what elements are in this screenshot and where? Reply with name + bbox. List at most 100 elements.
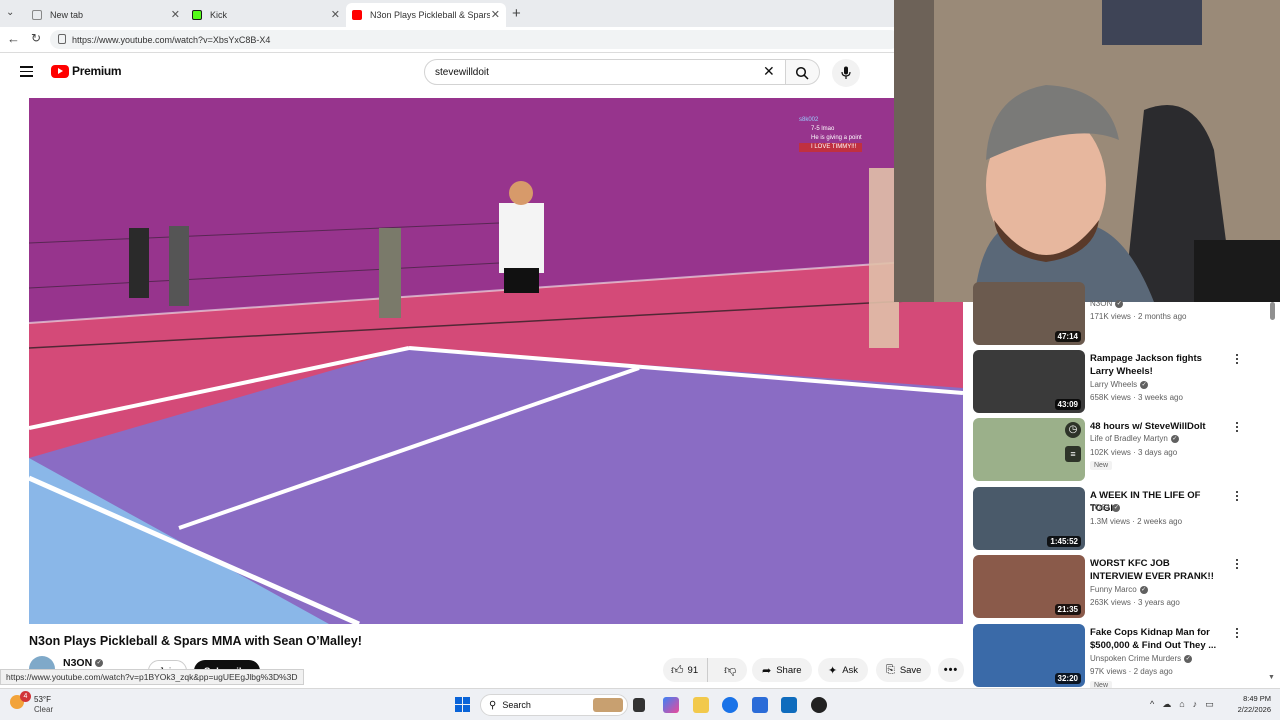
search-input[interactable]: stevewilldoit bbox=[424, 59, 786, 85]
close-tab-icon[interactable]: ✕ bbox=[171, 8, 180, 21]
weather-temp: 53°F bbox=[34, 695, 51, 704]
site-info-icon[interactable] bbox=[58, 34, 66, 44]
voice-search-button[interactable] bbox=[832, 59, 860, 87]
video-title[interactable]: 48 hours w/ SteveWillDoIt bbox=[1090, 420, 1218, 433]
notification-badge: 4 bbox=[20, 691, 31, 702]
task-view-icon[interactable] bbox=[633, 698, 645, 712]
video-thumbnail[interactable]: 1:45:52 bbox=[973, 487, 1085, 550]
video-thumbnail[interactable]: 43:09 bbox=[973, 350, 1085, 413]
clock[interactable]: 8:49 PM 2/22/2026 bbox=[1227, 693, 1271, 715]
weather-widget[interactable]: 4 53°F Clear bbox=[10, 691, 80, 717]
scroll-down-arrow-icon[interactable]: ▼ bbox=[1268, 674, 1275, 681]
more-actions-icon[interactable] bbox=[1233, 420, 1241, 434]
channel-name: Larry Wheels ✓ bbox=[1090, 380, 1149, 389]
duration-badge: 21:35 bbox=[1054, 604, 1081, 615]
save-button[interactable]: ⎘ Save bbox=[876, 658, 932, 682]
hamburger-menu-icon[interactable] bbox=[20, 66, 33, 77]
ask-button[interactable]: ✦ Ask bbox=[818, 658, 869, 682]
chat-line: He is giving a point bbox=[811, 135, 862, 141]
duration-badge: 47:14 bbox=[1054, 331, 1081, 342]
video-title[interactable]: Rampage Jackson fights Larry Wheels! bbox=[1090, 352, 1218, 378]
more-actions-icon[interactable] bbox=[1233, 557, 1241, 571]
like-count: 91 bbox=[687, 664, 699, 676]
list-item[interactable]: ◷ ≡ 48 hours w/ SteveWillDoIt Life of Br… bbox=[973, 418, 1273, 482]
clear-search-icon[interactable]: ✕ bbox=[763, 63, 775, 80]
tab-list-chevron-icon[interactable]: ⌄ bbox=[6, 7, 14, 18]
search-button[interactable] bbox=[786, 59, 820, 85]
list-item[interactable]: 1:45:52 A WEEK IN THE LIFE OF TOGI TOGI ✓… bbox=[973, 487, 1273, 551]
list-item[interactable]: 32:20 Fake Cops Kidnap Man for $500,000 … bbox=[973, 624, 1273, 690]
system-tray: ^ ☁ ⌂ ♪ ▭ bbox=[1150, 699, 1214, 710]
clock-date: 2/22/2026 bbox=[1237, 705, 1271, 714]
kick-icon bbox=[192, 10, 202, 20]
cloud-icon[interactable]: ☁ bbox=[1162, 699, 1171, 710]
video-title[interactable]: Fake Cops Kidnap Man for $500,000 & Find… bbox=[1090, 626, 1218, 652]
battery-icon[interactable]: ▭ bbox=[1205, 699, 1214, 710]
search-highlight-icon bbox=[593, 698, 623, 712]
copilot-icon[interactable] bbox=[663, 697, 679, 713]
youtube-logo[interactable]: Premium bbox=[51, 64, 122, 78]
like-dislike-group: 👍︎ 91 👎︎ bbox=[663, 658, 747, 682]
tab-kick[interactable]: Kick ✕ bbox=[186, 3, 346, 27]
more-options-button[interactable]: ••• bbox=[938, 658, 964, 682]
video-thumbnail[interactable]: ◷ ≡ bbox=[973, 418, 1085, 481]
network-icon[interactable]: ⌂ bbox=[1179, 699, 1184, 710]
video-meta: 263K views · 3 years ago bbox=[1090, 598, 1180, 607]
share-button[interactable]: ➦ Share bbox=[752, 658, 812, 682]
tray-chevron-icon[interactable]: ^ bbox=[1150, 699, 1154, 710]
like-button[interactable]: 👍︎ 91 bbox=[663, 658, 709, 682]
sidebar-scrollbar[interactable] bbox=[1270, 302, 1275, 320]
video-thumbnail[interactable]: 32:20 bbox=[973, 624, 1085, 687]
more-actions-icon[interactable] bbox=[1233, 352, 1241, 366]
video-title-main: N3on Plays Pickleball & Spars MMA with S… bbox=[29, 634, 362, 648]
live-chat-overlay: s8k002 7-5 lmao He is giving a point I L… bbox=[799, 116, 862, 152]
duration-badge: 1:45:52 bbox=[1047, 536, 1081, 547]
channel-name: Life of Bradley Martyn ✓ bbox=[1090, 434, 1179, 443]
dislike-button[interactable]: 👎︎ bbox=[713, 658, 747, 682]
new-tab-plus-icon[interactable]: + bbox=[512, 5, 521, 22]
video-thumbnail[interactable]: 47:14 bbox=[973, 282, 1085, 345]
share-icon: ➦ bbox=[762, 664, 772, 677]
add-to-queue-icon[interactable]: ≡ bbox=[1065, 446, 1081, 462]
outlook-icon[interactable] bbox=[781, 697, 797, 713]
file-explorer-icon[interactable] bbox=[693, 697, 709, 713]
channel-name: TOGI ✓ bbox=[1090, 503, 1121, 512]
watch-later-icon[interactable]: ◷ bbox=[1065, 422, 1081, 438]
video-thumbnail[interactable]: 21:35 bbox=[973, 555, 1085, 618]
chrome-icon[interactable] bbox=[722, 697, 738, 713]
reload-icon[interactable]: ↻ bbox=[31, 31, 41, 45]
search-query: stevewilldoit bbox=[435, 66, 489, 78]
duration-badge: 43:09 bbox=[1054, 399, 1081, 410]
video-meta: 658K views · 3 weeks ago bbox=[1090, 393, 1183, 402]
video-title[interactable]: WORST KFC JOB INTERVIEW EVER PRANK!! bbox=[1090, 557, 1218, 583]
sparkle-icon: ✦ bbox=[828, 664, 838, 677]
channel-name-main[interactable]: N3ON ✓ bbox=[63, 657, 104, 669]
close-tab-icon[interactable]: ✕ bbox=[331, 8, 340, 21]
tab-new-tab[interactable]: New tab ✕ bbox=[26, 3, 186, 27]
search-icon: ⚲ bbox=[489, 699, 497, 711]
video-meta: 171K views · 2 months ago bbox=[1090, 312, 1187, 321]
video-meta: 97K views · 2 days ago bbox=[1090, 667, 1173, 676]
tab-label: New tab bbox=[50, 10, 84, 20]
list-item[interactable]: 21:35 WORST KFC JOB INTERVIEW EVER PRANK… bbox=[973, 555, 1273, 619]
store-icon[interactable] bbox=[752, 697, 768, 713]
video-meta: 1.3M views · 2 weeks ago bbox=[1090, 517, 1183, 526]
url-field[interactable]: https://www.youtube.com/watch?v=XbsYxC8B… bbox=[50, 30, 900, 49]
taskbar-search[interactable]: ⚲ Search bbox=[480, 694, 628, 716]
more-actions-icon[interactable] bbox=[1233, 489, 1241, 503]
list-item[interactable]: 43:09 Rampage Jackson fights Larry Wheel… bbox=[973, 350, 1273, 414]
list-item[interactable]: 47:14 N3ON ✓ 171K views · 2 months ago bbox=[973, 282, 1273, 346]
volume-icon[interactable]: ♪ bbox=[1193, 699, 1198, 710]
back-arrow-icon[interactable]: ← bbox=[7, 31, 20, 46]
tab-youtube-video[interactable]: N3on Plays Pickleball & Spars ✕ bbox=[346, 3, 506, 27]
chat-line: 7-5 lmao bbox=[811, 126, 835, 132]
video-player[interactable]: s8k002 7-5 lmao He is giving a point I L… bbox=[29, 98, 963, 624]
youtube-play-icon bbox=[51, 64, 69, 78]
close-tab-icon[interactable]: ✕ bbox=[491, 8, 500, 21]
verified-icon: ✓ bbox=[95, 659, 104, 668]
windows-start-icon[interactable] bbox=[455, 697, 470, 712]
more-actions-icon[interactable] bbox=[1233, 626, 1241, 640]
verified-icon: ✓ bbox=[1140, 380, 1149, 389]
tab-label: Kick bbox=[210, 10, 228, 20]
app-icon[interactable] bbox=[811, 697, 827, 713]
